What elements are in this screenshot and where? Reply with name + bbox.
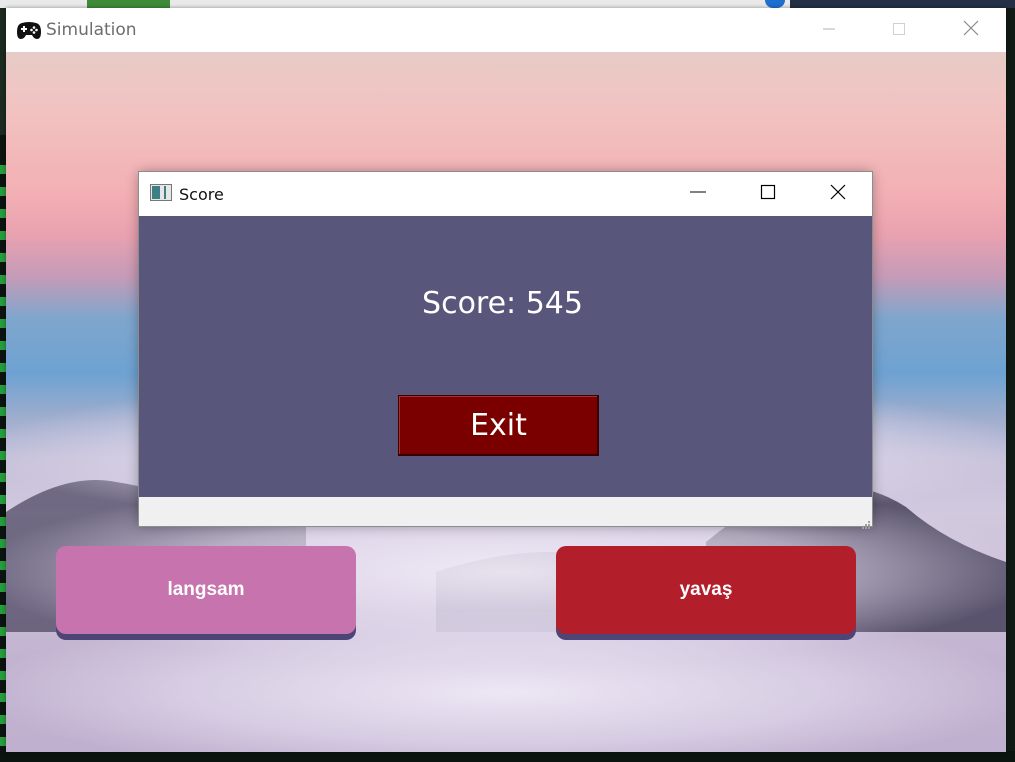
simulation-close-button[interactable] <box>948 8 994 52</box>
score-value: Score: 545 <box>422 286 583 321</box>
background-edge <box>1006 8 1015 762</box>
score-title: Score <box>179 185 224 204</box>
option-button-yavas[interactable]: yavaş <box>556 546 856 634</box>
maximize-icon <box>892 21 906 40</box>
close-icon <box>963 20 979 40</box>
simulation-minimize-button[interactable] <box>806 8 852 52</box>
gamepad-icon <box>16 19 42 41</box>
score-dialog: Score Score: 545 Exit <box>138 171 873 529</box>
desktop-taskbar-strip <box>0 0 1015 8</box>
exit-button[interactable]: Exit <box>398 395 599 456</box>
background-terminal-bottom <box>0 751 1015 762</box>
background-wallpaper <box>790 0 1015 8</box>
simulation-titlebar[interactable]: Simulation <box>6 8 1006 52</box>
score-maximize-button[interactable] <box>745 172 791 216</box>
score-minimize-button[interactable] <box>675 172 721 216</box>
minimize-icon <box>690 184 706 204</box>
background-badge <box>765 0 785 8</box>
window-app-icon <box>150 184 172 202</box>
close-icon <box>830 184 846 204</box>
minimize-icon <box>822 21 836 40</box>
simulation-title: Simulation <box>46 20 137 40</box>
score-close-button[interactable] <box>815 172 861 216</box>
background-tab <box>87 0 170 8</box>
score-panel: Score: 545 Exit <box>139 216 872 497</box>
size-grip-icon[interactable] <box>860 514 870 529</box>
option-button-langsam[interactable]: langsam <box>56 546 356 634</box>
score-statusbar <box>139 497 872 529</box>
score-titlebar[interactable]: Score <box>139 172 872 216</box>
simulation-maximize-button[interactable] <box>876 8 922 52</box>
maximize-icon <box>760 184 776 204</box>
